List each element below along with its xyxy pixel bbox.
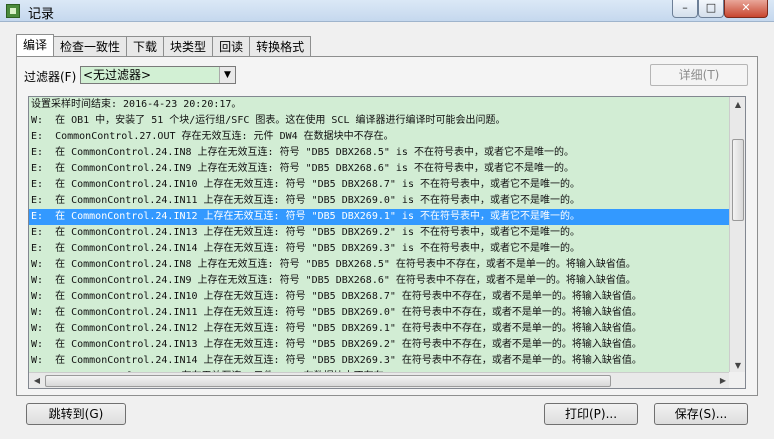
log-line[interactable]: E: CommonControl.27.OUT 存在无效互连: 元件 DW4 在…	[29, 129, 731, 145]
log-line[interactable]: W: 在 CommonControl.24.IN13 上存在无效互连: 符号 "…	[29, 337, 731, 353]
tab-strip: 编译 检查一致性 下载 块类型 回读 转换格式	[16, 34, 312, 56]
log-line[interactable]: E: 在 CommonControl.24.IN14 上存在无效互连: 符号 "…	[29, 241, 731, 257]
tab-convert-format[interactable]: 转换格式	[249, 36, 312, 56]
vertical-scrollbar[interactable]: ▲ ▼	[729, 97, 745, 374]
filter-label: 过滤器(F)	[24, 70, 77, 84]
log-line[interactable]: 设置采样时间结束: 2016-4-23 20:20:17。	[29, 97, 731, 113]
log-line[interactable]: E: 在 CommonControl.24.IN8 上存在无效互连: 符号 "D…	[29, 145, 731, 161]
minimize-button[interactable]: –	[672, 0, 698, 18]
log-line[interactable]: E: 在 CommonControl.24.IN9 上存在无效互连: 符号 "D…	[29, 161, 731, 177]
maximize-button[interactable]: □	[698, 0, 724, 18]
window-title: 记录	[28, 7, 55, 22]
log-line[interactable]: W: 在 OB1 中，安装了 51 个块/运行组/SFC 图表。这在使用 SCL…	[29, 113, 731, 129]
horizontal-scrollbar[interactable]: ◀ ▶	[29, 372, 731, 388]
scroll-left-icon[interactable]: ◀	[29, 373, 45, 388]
chevron-down-icon[interactable]: ▼	[219, 67, 235, 83]
horizontal-scroll-thumb[interactable]	[45, 375, 611, 387]
tab-check-consistency[interactable]: 检查一致性	[53, 36, 128, 56]
jump-to-button[interactable]: 跳转到(G)	[26, 403, 126, 425]
log-line[interactable]: E: 在 CommonControl.24.IN12 上存在无效互连: 符号 "…	[29, 209, 731, 225]
scrollbar-corner	[729, 372, 745, 388]
filter-select[interactable]: <无过滤器> ▼	[80, 66, 236, 84]
log-line[interactable]: W: 在 CommonControl.24.IN11 上存在无效互连: 符号 "…	[29, 305, 731, 321]
log-line[interactable]: W: 在 CommonControl.24.IN8 上存在无效互连: 符号 "D…	[29, 257, 731, 273]
close-button[interactable]: ✕	[724, 0, 768, 18]
title-bar: 记录 – □ ✕	[0, 0, 774, 22]
detail-button: 详细(T)	[650, 64, 748, 86]
scroll-up-icon[interactable]: ▲	[730, 97, 745, 113]
tab-download[interactable]: 下载	[126, 36, 165, 56]
tab-block-type[interactable]: 块类型	[163, 36, 214, 56]
log-line[interactable]: W: 在 CommonControl.24.IN10 上存在无效互连: 符号 "…	[29, 289, 731, 305]
log-line[interactable]: W: 在 CommonControl.24.IN9 上存在无效互连: 符号 "D…	[29, 273, 731, 289]
log-line[interactable]: E: 在 CommonControl.24.IN10 上存在无效互连: 符号 "…	[29, 177, 731, 193]
log-line[interactable]: E: 在 CommonControl.24.IN13 上存在无效互连: 符号 "…	[29, 225, 731, 241]
filter-value: <无过滤器>	[83, 68, 152, 82]
tab-compile[interactable]: 编译	[16, 34, 55, 56]
save-button[interactable]: 保存(S)...	[654, 403, 748, 425]
log-list[interactable]: 设置采样时间结束: 2016-4-23 20:20:17。 W: 在 OB1 中，…	[28, 96, 746, 389]
log-line[interactable]: W: 在 CommonControl.24.IN12 上存在无效互连: 符号 "…	[29, 321, 731, 337]
log-line[interactable]: W: 在 CommonControl.24.IN14 上存在无效互连: 符号 "…	[29, 353, 731, 369]
log-lines: 设置采样时间结束: 2016-4-23 20:20:17。 W: 在 OB1 中，…	[29, 97, 731, 375]
log-app-icon	[6, 4, 20, 18]
log-line[interactable]: E: 在 CommonControl.24.IN11 上存在无效互连: 符号 "…	[29, 193, 731, 209]
vertical-scroll-thumb[interactable]	[732, 139, 744, 221]
tab-readback[interactable]: 回读	[212, 36, 251, 56]
print-button[interactable]: 打印(P)...	[544, 403, 638, 425]
